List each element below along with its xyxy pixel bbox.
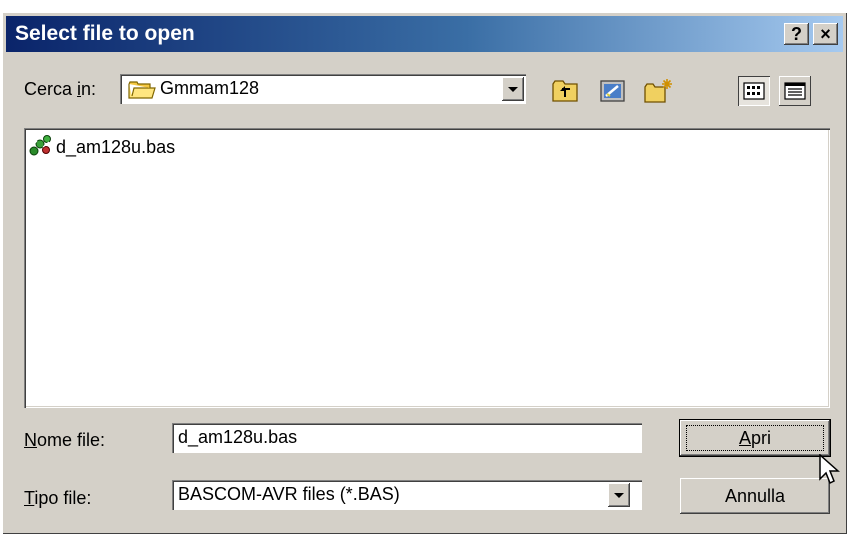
- mouse-cursor-icon: [819, 453, 841, 491]
- filename-field[interactable]: d_am128u.bas: [172, 423, 642, 453]
- desktop-icon[interactable]: [598, 78, 628, 104]
- open-folder-icon: [128, 80, 156, 105]
- bascom-file-icon: [28, 134, 54, 163]
- details-view-icon[interactable]: [779, 76, 811, 106]
- look-in-value: Gmmam128: [160, 78, 260, 98]
- look-in-dropdown-arrow[interactable]: [502, 77, 524, 101]
- file-name: d_am128u.bas: [56, 137, 176, 157]
- filename-value: d_am128u.bas: [178, 427, 298, 447]
- help-button[interactable]: ?: [784, 23, 809, 45]
- look-in-dropdown[interactable]: Gmmam128: [120, 74, 526, 104]
- window-title: Select file to open: [15, 22, 195, 45]
- title-bar[interactable]: Select file to open ? ×: [6, 16, 843, 52]
- filetype-dropdown-arrow[interactable]: [608, 483, 630, 507]
- look-in-label: Cerca in:: [24, 79, 97, 99]
- filetype-select[interactable]: BASCOM-AVR files (*.BAS): [172, 480, 642, 510]
- filename-label: Nome file:: [24, 430, 106, 450]
- open-button[interactable]: Apri: [680, 420, 830, 456]
- open-file-dialog: Select file to open ? × Cerca in: Gmmam1…: [2, 12, 847, 534]
- file-list[interactable]: d_am128u.bas: [24, 128, 830, 408]
- folder-up-icon[interactable]: [551, 78, 581, 104]
- filetype-label: Tipo file:: [24, 488, 92, 508]
- cancel-button[interactable]: Annulla: [680, 478, 830, 514]
- list-view-icon[interactable]: [738, 76, 770, 106]
- focus-rectangle: [686, 425, 824, 451]
- close-button[interactable]: ×: [813, 23, 838, 45]
- filetype-value: BASCOM-AVR files (*.BAS): [178, 484, 400, 504]
- new-folder-icon[interactable]: [643, 78, 673, 104]
